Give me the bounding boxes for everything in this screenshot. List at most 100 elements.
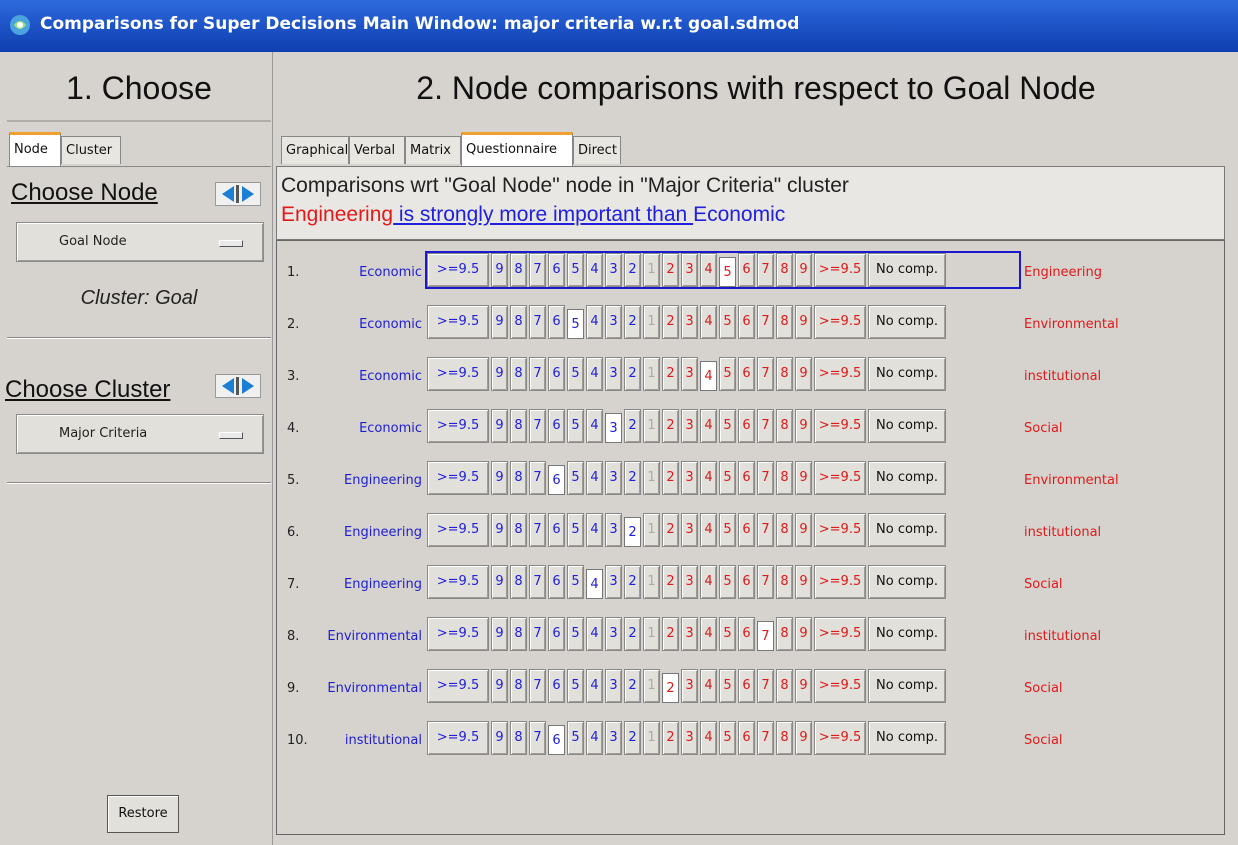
- scale-right-button[interactable]: 5: [719, 461, 736, 495]
- scale-right-button[interactable]: 3: [681, 461, 698, 495]
- scale-left-button[interactable]: 5: [567, 565, 584, 599]
- scale-right-button[interactable]: 5: [719, 513, 736, 547]
- scale-left-button[interactable]: 8: [510, 565, 527, 599]
- scale-equal-button[interactable]: 1: [643, 721, 660, 755]
- scale-left-button[interactable]: 7: [529, 721, 546, 755]
- scale-left-button[interactable]: 3: [605, 413, 622, 443]
- scale-left-button[interactable]: 2: [624, 357, 641, 391]
- scale-right-button[interactable]: 8: [776, 617, 793, 651]
- scale-left-button[interactable]: >=9.5: [427, 253, 489, 287]
- scale-right-button[interactable]: 6: [738, 357, 755, 391]
- scale-right-button[interactable]: 2: [662, 409, 679, 443]
- scale-left-button[interactable]: 4: [586, 721, 603, 755]
- scale-left-button[interactable]: 6: [548, 725, 565, 755]
- scale-right-button[interactable]: 8: [776, 565, 793, 599]
- scale-left-button[interactable]: 3: [605, 357, 622, 391]
- scale-right-button[interactable]: 9: [795, 357, 812, 391]
- node-select[interactable]: Goal Node: [16, 222, 264, 262]
- scale-right-button[interactable]: >=9.5: [814, 357, 866, 391]
- tab-questionnaire[interactable]: Questionnaire: [461, 132, 573, 166]
- scale-left-button[interactable]: 5: [567, 513, 584, 547]
- scale-left-button[interactable]: 3: [605, 513, 622, 547]
- scale-left-button[interactable]: 7: [529, 253, 546, 287]
- scale-right-button[interactable]: 3: [681, 617, 698, 651]
- scale-right-button[interactable]: 3: [681, 357, 698, 391]
- scale-right-button[interactable]: 3: [681, 513, 698, 547]
- scale-left-button[interactable]: 8: [510, 617, 527, 651]
- scale-right-button[interactable]: 4: [700, 565, 717, 599]
- no-comparison-button[interactable]: No comp.: [868, 357, 946, 391]
- scale-left-button[interactable]: 7: [529, 461, 546, 495]
- scale-right-button[interactable]: 7: [757, 357, 774, 391]
- scale-right-button[interactable]: >=9.5: [814, 565, 866, 599]
- scale-left-button[interactable]: 5: [567, 669, 584, 703]
- restore-button[interactable]: Restore: [107, 795, 179, 833]
- scale-left-button[interactable]: >=9.5: [427, 617, 489, 651]
- scale-right-button[interactable]: 9: [795, 669, 812, 703]
- scale-right-button[interactable]: 6: [738, 253, 755, 287]
- scale-left-button[interactable]: 7: [529, 305, 546, 339]
- scale-left-button[interactable]: 5: [567, 721, 584, 755]
- scale-right-button[interactable]: 4: [700, 361, 717, 391]
- scale-left-button[interactable]: 8: [510, 721, 527, 755]
- scale-right-button[interactable]: 5: [719, 669, 736, 703]
- scale-right-button[interactable]: 6: [738, 461, 755, 495]
- no-comparison-button[interactable]: No comp.: [868, 461, 946, 495]
- scale-right-button[interactable]: 4: [700, 409, 717, 443]
- scale-left-button[interactable]: 2: [624, 461, 641, 495]
- scale-right-button[interactable]: 5: [719, 357, 736, 391]
- scale-right-button[interactable]: 5: [719, 409, 736, 443]
- scale-right-button[interactable]: 6: [738, 617, 755, 651]
- scale-right-button[interactable]: 4: [700, 513, 717, 547]
- scale-right-button[interactable]: >=9.5: [814, 253, 866, 287]
- scale-left-button[interactable]: >=9.5: [427, 721, 489, 755]
- scale-right-button[interactable]: 3: [681, 669, 698, 703]
- scale-right-button[interactable]: 9: [795, 721, 812, 755]
- scale-right-button[interactable]: >=9.5: [814, 721, 866, 755]
- scale-left-button[interactable]: 9: [491, 565, 508, 599]
- scale-left-button[interactable]: 6: [548, 669, 565, 703]
- scale-right-button[interactable]: >=9.5: [814, 409, 866, 443]
- scale-right-button[interactable]: 4: [700, 669, 717, 703]
- no-comparison-button[interactable]: No comp.: [868, 305, 946, 339]
- scale-left-button[interactable]: 5: [567, 461, 584, 495]
- tab-cluster[interactable]: Cluster: [61, 136, 121, 164]
- scale-right-button[interactable]: 7: [757, 721, 774, 755]
- scale-right-button[interactable]: 7: [757, 409, 774, 443]
- tab-direct[interactable]: Direct: [573, 136, 621, 164]
- scale-left-button[interactable]: 4: [586, 513, 603, 547]
- scale-right-button[interactable]: 9: [795, 409, 812, 443]
- scale-left-button[interactable]: 9: [491, 461, 508, 495]
- scale-right-button[interactable]: 8: [776, 409, 793, 443]
- scale-equal-button[interactable]: 1: [643, 305, 660, 339]
- scale-right-button[interactable]: 2: [662, 565, 679, 599]
- scale-left-button[interactable]: 9: [491, 357, 508, 391]
- scale-equal-button[interactable]: 1: [643, 409, 660, 443]
- scale-left-button[interactable]: 7: [529, 513, 546, 547]
- scale-equal-button[interactable]: 1: [643, 669, 660, 703]
- scale-left-button[interactable]: 5: [567, 357, 584, 391]
- scale-left-button[interactable]: 4: [586, 357, 603, 391]
- scale-equal-button[interactable]: 1: [643, 253, 660, 287]
- scale-left-button[interactable]: 9: [491, 513, 508, 547]
- scale-left-button[interactable]: 8: [510, 357, 527, 391]
- scale-right-button[interactable]: 9: [795, 461, 812, 495]
- scale-right-button[interactable]: 3: [681, 721, 698, 755]
- tab-graphical[interactable]: Graphical: [281, 136, 349, 164]
- scale-left-button[interactable]: >=9.5: [427, 669, 489, 703]
- scale-left-button[interactable]: 2: [624, 669, 641, 703]
- scale-left-button[interactable]: >=9.5: [427, 305, 489, 339]
- scale-left-button[interactable]: 7: [529, 565, 546, 599]
- scale-left-button[interactable]: 2: [624, 565, 641, 599]
- scale-left-button[interactable]: 2: [624, 517, 641, 547]
- scale-right-button[interactable]: 3: [681, 253, 698, 287]
- scale-left-button[interactable]: >=9.5: [427, 565, 489, 599]
- scale-right-button[interactable]: 6: [738, 669, 755, 703]
- tab-matrix[interactable]: Matrix: [405, 136, 461, 164]
- scale-left-button[interactable]: 4: [586, 409, 603, 443]
- no-comparison-button[interactable]: No comp.: [868, 669, 946, 703]
- window-titlebar[interactable]: Comparisons for Super Decisions Main Win…: [0, 0, 1238, 52]
- scale-left-button[interactable]: 8: [510, 409, 527, 443]
- no-comparison-button[interactable]: No comp.: [868, 513, 946, 547]
- scale-left-button[interactable]: 9: [491, 305, 508, 339]
